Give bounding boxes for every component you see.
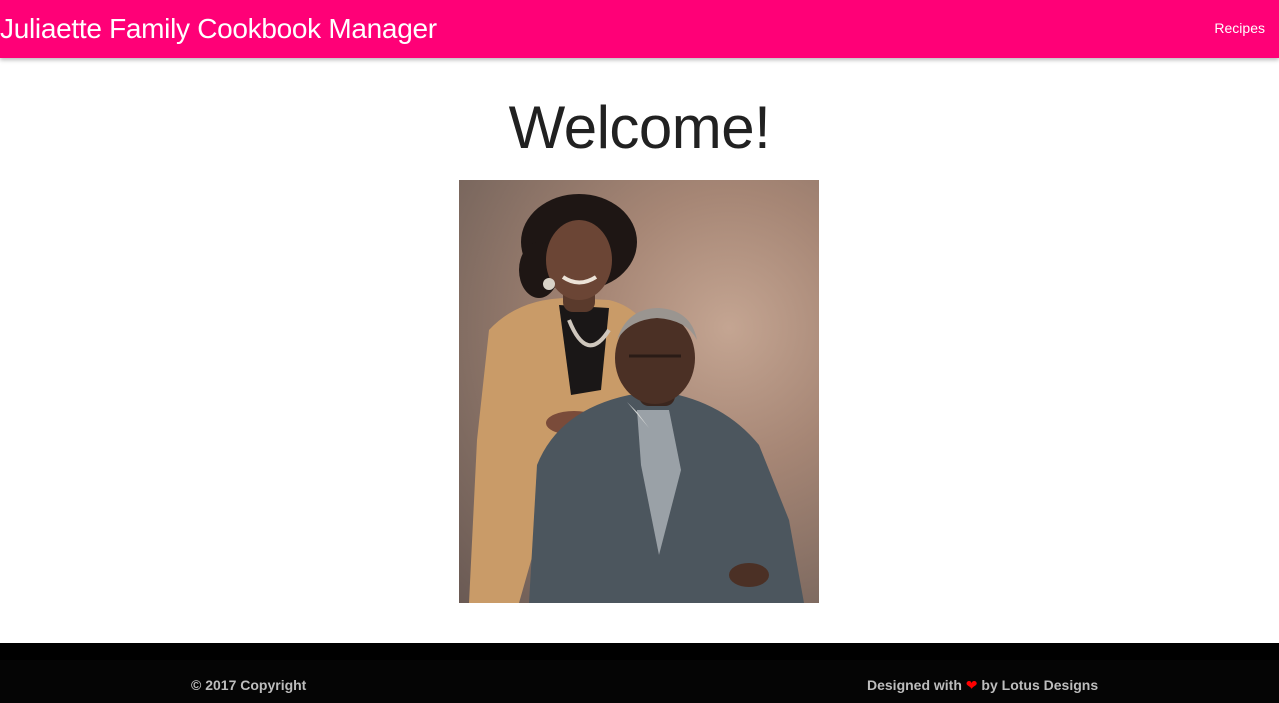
top-navbar: Juliaette Family Cookbook Manager Recipe… (0, 0, 1279, 58)
brand-title-link[interactable]: Juliaette Family Cookbook Manager (0, 12, 437, 46)
credit-suffix: by Lotus Designs (981, 677, 1099, 693)
portrait-illustration (469, 194, 804, 603)
woman-face-shape (546, 220, 612, 300)
footer-top-band (0, 643, 1279, 660)
footer-credit: Designed with ❤ by Lotus Designs (867, 677, 1098, 694)
woman-earring-shape (543, 278, 555, 290)
page-footer: © 2017 Copyright Designed with ❤ by Lotu… (0, 643, 1279, 703)
man-hand-shape (729, 563, 769, 587)
nav-link-recipes[interactable]: Recipes (1214, 20, 1265, 37)
footer-copyright: © 2017 Copyright (191, 677, 307, 693)
heart-icon: ❤ (965, 677, 978, 693)
credit-prefix: Designed with (867, 677, 962, 693)
family-portrait-photo (459, 180, 819, 603)
welcome-heading: Welcome! (508, 94, 771, 161)
